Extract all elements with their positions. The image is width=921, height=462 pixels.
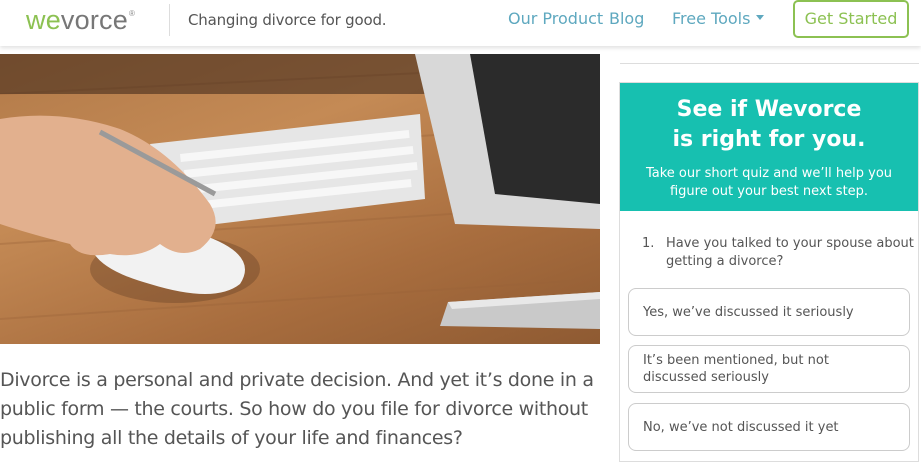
quiz-title-line2: is right for you. bbox=[672, 127, 866, 152]
wevorce-logo[interactable]: wevorce® bbox=[26, 5, 135, 36]
hero-image bbox=[0, 54, 600, 344]
question-number: 1. bbox=[642, 236, 655, 251]
site-header: wevorce® Changing divorce for good. Our … bbox=[0, 0, 921, 46]
logo-we: we bbox=[26, 5, 61, 35]
tagline: Changing divorce for good. bbox=[188, 11, 387, 29]
answer-option-mentioned[interactable]: It’s been mentioned, but not discussed s… bbox=[628, 345, 910, 393]
answer-option-discussed-seriously[interactable]: Yes, we’ve discussed it seriously bbox=[628, 288, 910, 336]
desk-photo bbox=[0, 54, 600, 329]
header-divider bbox=[169, 4, 170, 36]
sidebar-divider bbox=[620, 63, 919, 64]
logo-vorce: vorce bbox=[60, 5, 128, 35]
quiz-title: See if Wevorce is right for you. bbox=[620, 95, 918, 155]
question-text: Have you talked to your spouse about get… bbox=[666, 236, 914, 269]
nav-free-tools-label: Free Tools bbox=[672, 9, 751, 28]
quiz-subtitle: Take our short quiz and we’ll help you f… bbox=[645, 166, 893, 199]
get-started-button[interactable]: Get Started bbox=[793, 0, 909, 38]
nav-free-tools[interactable]: Free Tools bbox=[672, 9, 765, 28]
quiz-widget: See if Wevorce is right for you. Take ou… bbox=[619, 82, 919, 462]
nav-our-product[interactable]: Our Product bbox=[508, 9, 603, 28]
registered-mark: ® bbox=[128, 9, 136, 18]
caret-down-icon bbox=[756, 15, 765, 20]
quiz-header: See if Wevorce is right for you. Take ou… bbox=[620, 83, 918, 211]
article-lead: Divorce is a personal and private decisi… bbox=[0, 369, 594, 449]
nav-blog[interactable]: Blog bbox=[609, 9, 644, 28]
quiz-title-line1: See if Wevorce bbox=[676, 97, 862, 122]
answer-option-not-discussed[interactable]: No, we’ve not discussed it yet bbox=[628, 403, 910, 451]
